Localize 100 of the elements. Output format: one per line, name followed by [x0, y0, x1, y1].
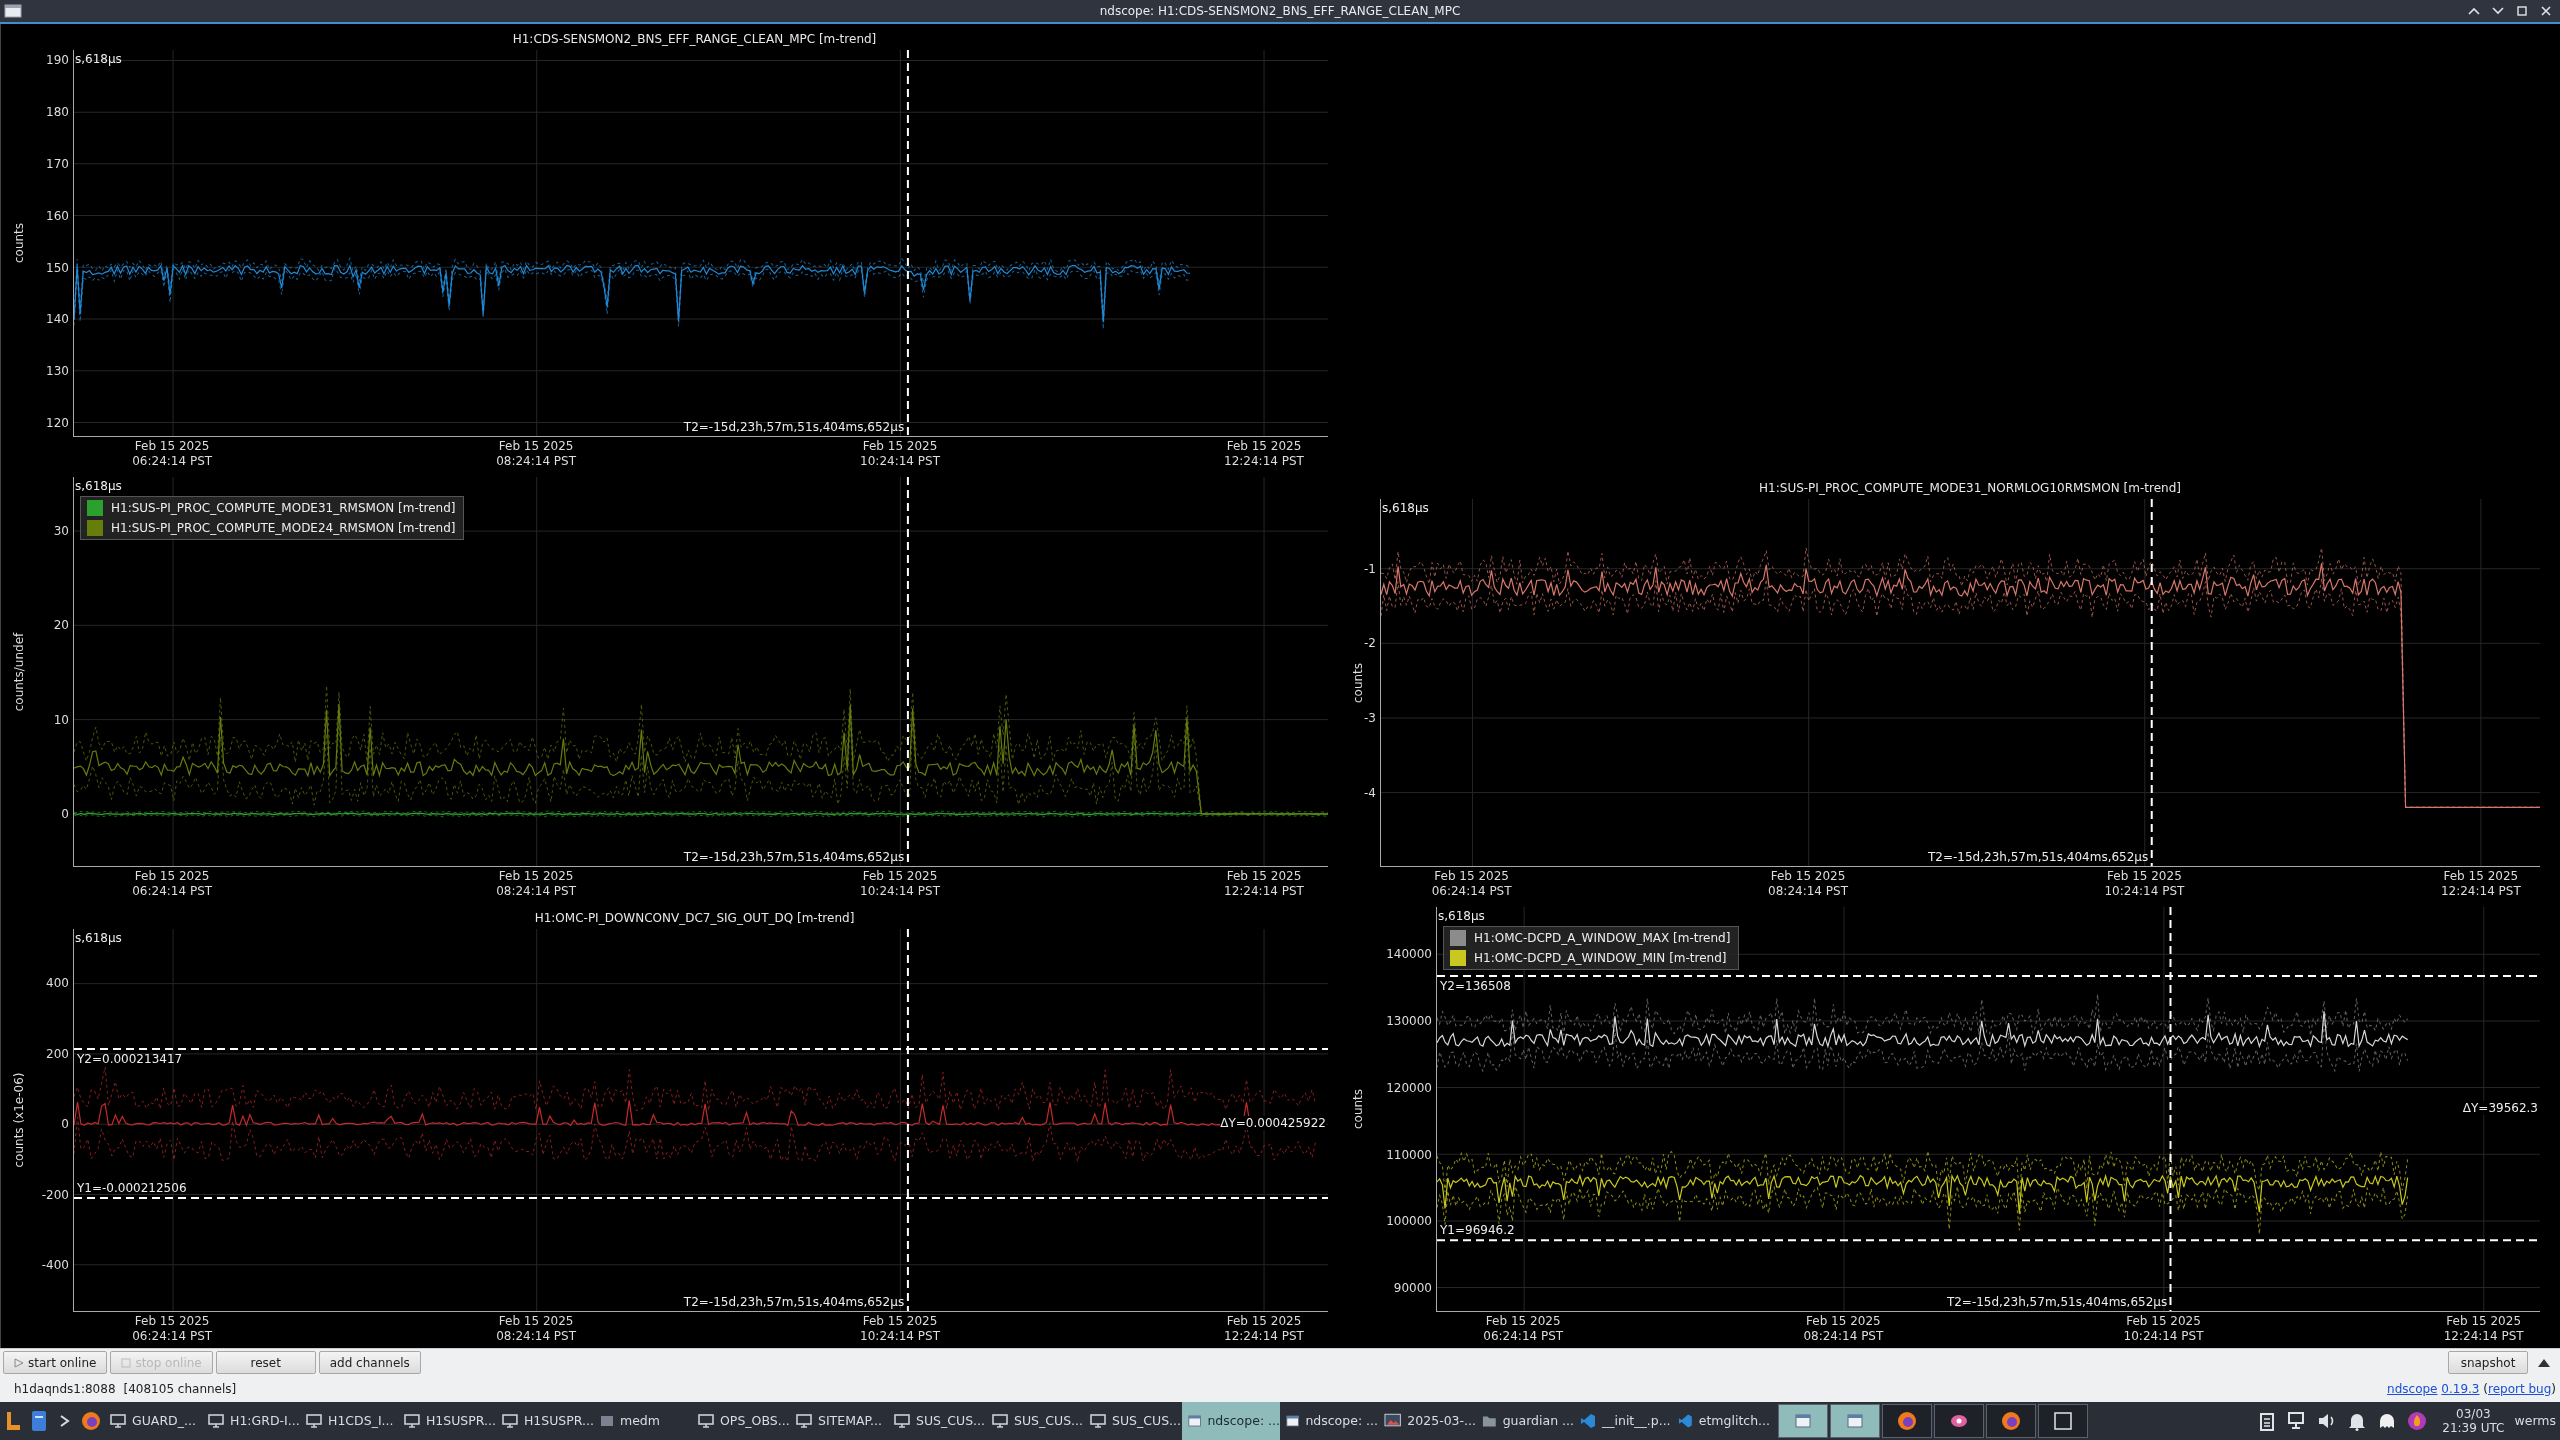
taskbar-window-button[interactable]	[1986, 1404, 2036, 1438]
toolbar-button[interactable]: reset	[215, 1351, 316, 1374]
axis-tick-label: 130000	[1386, 1013, 1432, 1028]
taskbar-item[interactable]: ndscope: ...	[1182, 1402, 1280, 1440]
taskbar-item[interactable]: SITEMAP...	[790, 1402, 888, 1440]
axis-tick-label: 10:24:14 PST	[860, 1328, 940, 1344]
taskbar-item[interactable]: GUARD_...	[104, 1402, 202, 1440]
cursor-line[interactable]	[74, 1047, 1328, 1050]
version-link[interactable]: 0.19.3	[2441, 1382, 2480, 1397]
cursor-time-label: T2=-15d,23h,57m,51s,404ms,652µs	[683, 1294, 905, 1309]
legend-label: H1:OMC-DCPD_A_WINDOW_MIN [m-trend]	[1474, 950, 1727, 965]
browser-icon[interactable]	[81, 1411, 101, 1431]
browser-icon[interactable]	[2001, 1411, 2021, 1431]
taskbar-item[interactable]: etmglitch...	[1672, 1402, 1770, 1440]
taskbar-item[interactable]: SUS_CUS...	[888, 1402, 986, 1440]
taskbar-item[interactable]: medm	[594, 1402, 692, 1440]
window-menu-icon[interactable]	[4, 3, 22, 18]
time-offset-label: s,618µs	[1438, 908, 1485, 923]
cursor-line[interactable]	[1437, 1239, 2540, 1241]
time-offset-label: s,618µs	[75, 51, 122, 66]
taskbar-item[interactable]: guardian ...	[1476, 1402, 1574, 1440]
document-icon[interactable]	[31, 1410, 47, 1432]
taskbar-item[interactable]: __init__.p...	[1574, 1402, 1672, 1440]
report-bug-link[interactable]: report bug	[2488, 1382, 2552, 1397]
cursor-delta-label: ΔY=0.000425922	[1220, 1115, 1326, 1130]
legend-label: H1:SUS-PI_PROC_COMPUTE_MODE31_RMSMON [m-trend]	[111, 500, 456, 515]
window-icon	[1795, 1414, 1811, 1428]
monitor-icon	[1090, 1414, 1106, 1428]
axis-tick-label: 120000	[1386, 1080, 1432, 1095]
taskbar-item[interactable]: OPS_OBS...	[692, 1402, 790, 1440]
cursor-line[interactable]	[2150, 498, 2153, 866]
plot-title: H1:SUS-PI_PROC_COMPUTE_MODE31_NORMLOG10RMSMON [m-trend]	[1759, 480, 2181, 495]
axis-tick-label: Feb 15 2025	[134, 1313, 210, 1329]
axis-label: counts	[1351, 1089, 1365, 1130]
axis-tick-label: Feb 15 2025	[1226, 438, 1302, 454]
bell-icon[interactable]	[2348, 1411, 2367, 1431]
taskbar-item[interactable]: H1CDS_I...	[300, 1402, 398, 1440]
record-icon[interactable]	[1949, 1414, 1969, 1428]
taskbar-item[interactable]: H1SUSPR...	[496, 1402, 594, 1440]
axis-tick-label: 06:24:14 PST	[1431, 883, 1512, 899]
monitor-icon	[306, 1414, 322, 1428]
taskbar-window-button[interactable]	[1882, 1404, 1932, 1438]
time-offset-label: s,618µs	[1382, 500, 1429, 515]
collapse-icon[interactable]	[2537, 1357, 2551, 1368]
taskbar-item[interactable]: SUS_CUS...	[986, 1402, 1084, 1440]
window-icon	[1286, 1414, 1300, 1428]
monitor-icon	[796, 1414, 812, 1428]
toolbar-button[interactable]: start online	[3, 1351, 108, 1374]
cursor-line[interactable]	[74, 1196, 1328, 1199]
axis-tick-label: 0	[61, 1117, 69, 1132]
monitor-icon	[110, 1414, 126, 1428]
cursor-value-label: Y2=0.000213417	[77, 1051, 183, 1066]
toolbar-button[interactable]: add channels	[318, 1351, 421, 1374]
window-icon	[1188, 1414, 1202, 1428]
axis-tick-label: 08:24:14 PST	[1803, 1328, 1884, 1344]
square-icon	[600, 1414, 614, 1428]
snapshot-button[interactable]: snapshot	[2448, 1351, 2528, 1374]
taskbar-item[interactable]: SUS_CUS...	[1084, 1402, 1182, 1440]
axis-tick-label: 12:24:14 PST	[1224, 453, 1304, 469]
taskbar-item[interactable]: H1:GRD-I...	[202, 1402, 300, 1440]
axis-tick-label: 12:24:14 PST	[1224, 883, 1304, 899]
app-link[interactable]: ndscope	[2387, 1382, 2438, 1397]
axis-tick-label: -4	[1364, 786, 1376, 801]
axis-tick-label: 06:24:14 PST	[132, 453, 213, 469]
blank-window-icon[interactable]	[2054, 1412, 2072, 1430]
chevron-up-icon[interactable]	[2468, 5, 2480, 16]
taskbar-item[interactable]: H1SUSPR...	[398, 1402, 496, 1440]
axis-tick-label: 12:24:14 PST	[1224, 1328, 1304, 1344]
taskbar-window-button[interactable]	[1934, 1404, 1984, 1438]
maximize-icon[interactable]	[2516, 4, 2528, 17]
monitor-icon	[698, 1414, 714, 1428]
cursor-time-label: T2=-15d,23h,57m,51s,404ms,652µs	[683, 849, 905, 864]
launcher-icon[interactable]	[4, 1410, 22, 1432]
axis-tick-label: Feb 15 2025	[2126, 1313, 2201, 1329]
axis-tick-label: Feb 15 2025	[498, 1313, 574, 1329]
chevron-down-icon[interactable]	[2492, 5, 2504, 16]
axis-tick-label: Feb 15 2025	[1226, 868, 1302, 884]
axis-tick-label: 08:24:14 PST	[1768, 883, 1848, 899]
axis-tick-label: -3	[1364, 711, 1376, 726]
monitor-icon	[404, 1414, 420, 1428]
legend-label: H1:OMC-DCPD_A_WINDOW_MAX [m-trend]	[1474, 930, 1731, 945]
taskbar-item[interactable]: 2025-03-...	[1378, 1402, 1476, 1440]
cursor-line[interactable]	[906, 928, 909, 1311]
cursor-line[interactable]	[2169, 906, 2172, 1311]
flame-icon[interactable]	[2407, 1411, 2428, 1431]
close-icon[interactable]	[2540, 4, 2552, 17]
clipboard-icon[interactable]	[2259, 1411, 2276, 1431]
taskbar-item[interactable]: ndscope: ...	[1280, 1402, 1378, 1440]
axis-tick-label: Feb 15 2025	[2446, 1313, 2522, 1329]
taskbar-window-button[interactable]	[1830, 1404, 1880, 1438]
stop-icon	[121, 1357, 132, 1368]
cursor-time-label: T2=-15d,23h,57m,51s,404ms,652µs	[1927, 849, 2149, 864]
cursor-line[interactable]	[906, 49, 909, 436]
taskbar-window-button[interactable]	[2038, 1404, 2088, 1438]
axis-tick-label: 12:24:14 PST	[2440, 883, 2521, 899]
cursor-line[interactable]	[1437, 974, 2540, 977]
browser-icon[interactable]	[1897, 1411, 1917, 1431]
taskbar-window-button[interactable]	[1778, 1404, 1828, 1438]
axis-tick-label: 20	[53, 618, 69, 633]
axis-tick-label: Feb 15 2025	[1434, 868, 1509, 884]
